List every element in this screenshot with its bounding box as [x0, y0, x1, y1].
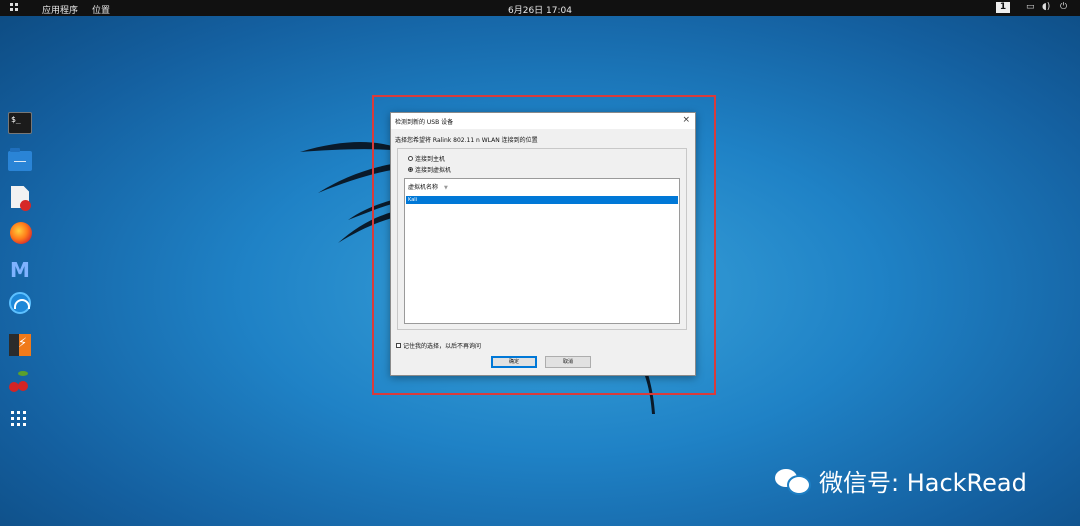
metasploit-icon[interactable]: M	[8, 258, 34, 284]
radio-label: 连接到虚拟机	[415, 167, 452, 174]
usb-device-dialog: 检测到新的 USB 设备 × 选择您希望将 Ralink 802.11 n WL…	[390, 112, 696, 376]
ok-button[interactable]: 确定	[491, 356, 537, 368]
dialog-titlebar[interactable]: 检测到新的 USB 设备 ×	[391, 113, 695, 129]
watermark-text: 微信号: HackRead	[819, 469, 1027, 497]
column-header-vm-name: 虚拟机名称	[408, 184, 439, 191]
radio-connect-vm[interactable]: 连接到虚拟机	[408, 165, 451, 174]
burpsuite-icon[interactable]	[8, 334, 34, 360]
radio-button-selected[interactable]	[408, 167, 413, 172]
list-item[interactable]: Kali	[406, 196, 678, 204]
wechat-icon	[775, 468, 811, 493]
wireshark-icon[interactable]	[8, 292, 34, 318]
watermark: 微信号: HackRead	[775, 463, 1027, 498]
radio-connect-host[interactable]: 连接到主机	[408, 154, 445, 163]
sort-arrow-icon[interactable]: ▼	[444, 185, 448, 191]
dialog-title: 检测到新的 USB 设备	[395, 119, 454, 126]
radio-button[interactable]	[408, 156, 413, 161]
show-apps-icon[interactable]	[8, 408, 34, 434]
text-editor-icon[interactable]	[8, 186, 34, 212]
remember-choice[interactable]: 记住我的选择，以后不再询问	[396, 341, 481, 350]
cherrytree-icon[interactable]	[8, 370, 34, 396]
vm-list[interactable]: 虚拟机名称 ▼ Kali	[404, 178, 680, 324]
radio-label: 连接到主机	[415, 156, 446, 163]
dialog-prompt: 选择您希望将 Ralink 802.11 n WLAN 连接到的位置	[395, 137, 538, 144]
firefox-icon[interactable]	[8, 222, 34, 248]
close-icon[interactable]: ×	[682, 115, 690, 125]
files-icon[interactable]	[8, 148, 34, 174]
vm-list-header[interactable]: 虚拟机名称 ▼	[408, 182, 448, 191]
remember-checkbox[interactable]	[396, 343, 401, 348]
terminal-icon[interactable]: $_	[8, 112, 34, 138]
cancel-button[interactable]: 取消	[545, 356, 591, 368]
remember-label: 记住我的选择，以后不再询问	[403, 343, 482, 350]
